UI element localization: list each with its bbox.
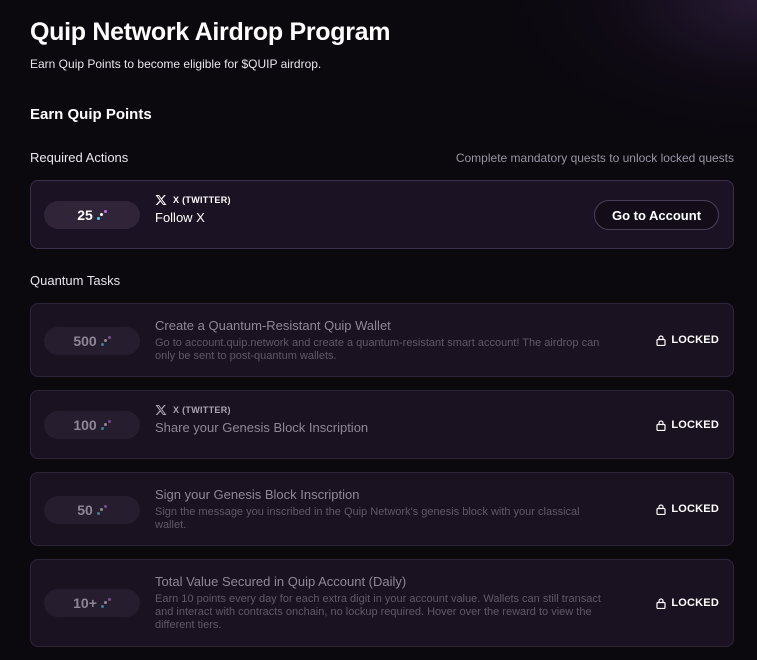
points-value: 50 (77, 502, 93, 518)
points-value: 100 (73, 417, 97, 433)
task-name: Share your Genesis Block Inscription (155, 420, 369, 435)
task-card-create-wallet: 500 Create a Quantum-Resistant Quip Wall… (30, 303, 734, 377)
task-description: Earn 10 points every day for each extra … (155, 593, 601, 631)
quantum-tasks-title: Quantum Tasks (30, 273, 121, 288)
page-title: Quip Network Airdrop Program (30, 18, 391, 46)
required-actions-hint: Complete mandatory quests to unlock lock… (455, 151, 734, 165)
task-card-follow-x: 25 X (TWITTER) Follow X Go to Account (30, 180, 734, 249)
locked-status: LOCKED (656, 597, 719, 609)
points-pill[interactable]: 25 (44, 201, 140, 229)
task-name: Follow X (155, 210, 205, 225)
task-description: Sign the message you inscribed in the Qu… (155, 506, 580, 531)
page-subtitle: Earn Quip Points to become eligible for … (30, 57, 322, 71)
required-actions-header: Required Actions Complete mandatory ques… (30, 150, 734, 165)
x-logo-icon (155, 195, 167, 205)
quip-points-icon (100, 336, 111, 346)
quip-points-icon (100, 598, 111, 608)
task-card-sign-inscription: 50 Sign your Genesis Block Inscription S… (30, 472, 734, 546)
lock-icon (656, 597, 666, 609)
points-value: 25 (77, 207, 93, 223)
task-description: Go to account.quip.network and create a … (155, 337, 600, 362)
section-title: Earn Quip Points (30, 106, 152, 123)
locked-status: LOCKED (656, 334, 719, 346)
task-name: Create a Quantum-Resistant Quip Wallet (155, 318, 391, 333)
points-value: 500 (73, 333, 97, 349)
lock-icon (656, 503, 666, 515)
required-actions-title: Required Actions (30, 150, 129, 165)
points-pill[interactable]: 500 (44, 327, 140, 355)
points-value: 10+ (73, 595, 97, 611)
quip-points-icon (100, 420, 111, 430)
task-name: Total Value Secured in Quip Account (Dai… (155, 574, 407, 589)
task-card-tvs-daily: 10+ Total Value Secured in Quip Account … (30, 559, 734, 647)
lock-icon (656, 419, 666, 431)
points-pill[interactable]: 100 (44, 411, 140, 439)
quip-points-icon (96, 505, 107, 515)
background-glow (497, 0, 757, 140)
x-logo-icon (155, 405, 167, 415)
go-to-account-button[interactable]: Go to Account (594, 200, 719, 230)
locked-status: LOCKED (656, 419, 719, 431)
task-platform: X (TWITTER) (155, 194, 613, 206)
quantum-tasks-header: Quantum Tasks (30, 273, 734, 288)
task-card-share-inscription: 100 X (TWITTER) Share your Genesis Block… (30, 390, 734, 459)
lock-icon (656, 334, 666, 346)
points-pill[interactable]: 10+ (44, 589, 140, 617)
locked-status: LOCKED (656, 503, 719, 515)
task-name: Sign your Genesis Block Inscription (155, 487, 360, 502)
quip-points-icon (96, 210, 107, 220)
task-platform: X (TWITTER) (155, 404, 613, 416)
points-pill[interactable]: 50 (44, 496, 140, 524)
